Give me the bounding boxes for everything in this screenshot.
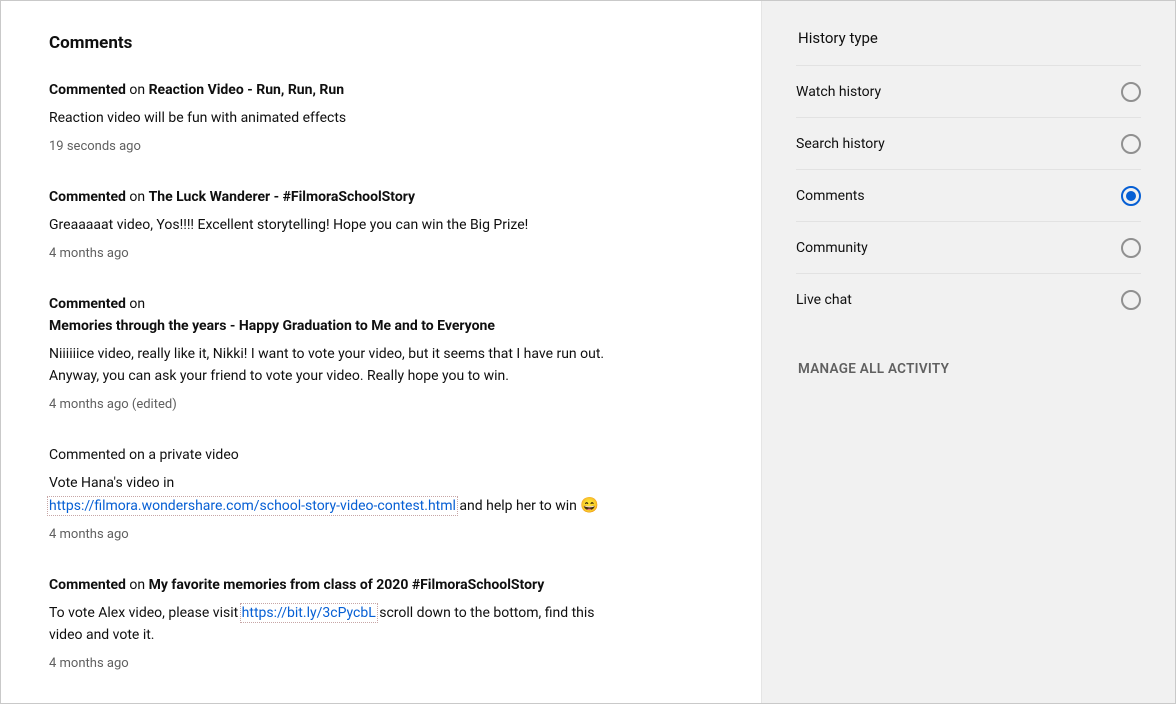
comment-action: Commented (49, 82, 126, 98)
comment-body: Greaaaaat video, Yos!!!! Excellent story… (49, 214, 609, 236)
body-text-pre: Vote Hana's video in (49, 475, 174, 491)
comment-item: Commented on Memories through the years … (49, 293, 609, 412)
user-mention[interactable]: Nikki (213, 346, 244, 362)
comment-body: Niiiiiice video, really like it, Nikki! … (49, 343, 609, 387)
comments-panel: Comments Commented on Reaction Video - R… (1, 1, 761, 703)
comment-action: Commented (49, 189, 126, 205)
comment-body: Reaction video will be fun with animated… (49, 107, 609, 129)
option-label: Community (796, 240, 868, 256)
comment-timestamp: 4 months ago (49, 246, 609, 261)
history-option-livechat[interactable]: Live chat (796, 273, 1141, 325)
comment-timestamp: 4 months ago (49, 656, 609, 671)
comment-item: Commented on Reaction Video - Run, Run, … (49, 79, 609, 154)
sidebar-title: History type (796, 29, 1141, 47)
comment-action: Commented (49, 296, 126, 312)
history-type-sidebar: History type Watch history Search histor… (761, 1, 1175, 703)
comment-timestamp: 19 seconds ago (49, 139, 609, 154)
radio-icon (1121, 134, 1141, 154)
on-connector: on (126, 577, 149, 593)
history-option-watch[interactable]: Watch history (796, 65, 1141, 117)
comment-body: To vote Alex video, please visit https:/… (49, 602, 609, 646)
comment-header: Commented on My favorite memories from c… (49, 574, 609, 596)
body-text-pre: To vote Alex video, please visit (49, 605, 242, 621)
history-option-search[interactable]: Search history (796, 117, 1141, 169)
comment-action: Commented (49, 577, 126, 593)
video-title-link[interactable]: Reaction Video - Run, Run, Run (149, 82, 344, 98)
comment-header: Commented on Reaction Video - Run, Run, … (49, 79, 609, 101)
history-option-comments[interactable]: Comments (796, 169, 1141, 221)
comment-item: Commented on The Luck Wanderer - #Filmor… (49, 186, 609, 261)
body-text-pre: Niiiiiice video, really like it, (49, 346, 213, 362)
comment-header: Commented on The Luck Wanderer - #Filmor… (49, 186, 609, 208)
history-option-community[interactable]: Community (796, 221, 1141, 273)
video-title-link[interactable]: The Luck Wanderer - #FilmoraSchoolStory (149, 189, 415, 205)
radio-icon (1121, 186, 1141, 206)
video-title-link[interactable]: Memories through the years - Happy Gradu… (49, 318, 495, 334)
option-label: Comments (796, 188, 865, 204)
comment-header: Commented on Memories through the years … (49, 293, 609, 337)
radio-icon (1121, 82, 1141, 102)
option-label: Live chat (796, 292, 852, 308)
comment-item: Commented on My favorite memories from c… (49, 574, 609, 671)
option-label: Search history (796, 136, 885, 152)
video-title-link[interactable]: My favorite memories from class of 2020 … (149, 577, 545, 593)
comment-item: Commented on a private video Vote Hana's… (49, 444, 609, 542)
comment-timestamp: 4 months ago (49, 527, 609, 542)
comment-body: Vote Hana's video in https://filmora.won… (49, 472, 609, 517)
radio-icon (1121, 290, 1141, 310)
manage-all-activity-link[interactable]: MANAGE ALL ACTIVITY (796, 361, 949, 377)
radio-icon (1121, 238, 1141, 258)
page-title: Comments (49, 33, 713, 53)
on-connector: on (126, 296, 145, 312)
external-link[interactable]: https://filmora.wondershare.com/school-s… (49, 498, 456, 514)
comment-header: Commented on a private video (49, 444, 609, 466)
body-text-post: and help her to win (456, 498, 580, 514)
option-label: Watch history (796, 84, 881, 100)
external-link[interactable]: https://bit.ly/3cPycbL (242, 605, 376, 621)
smile-emoji-icon: 😄 (580, 496, 599, 514)
on-connector: on (126, 189, 149, 205)
comment-timestamp: 4 months ago (edited) (49, 397, 609, 412)
on-connector: on (126, 82, 149, 98)
